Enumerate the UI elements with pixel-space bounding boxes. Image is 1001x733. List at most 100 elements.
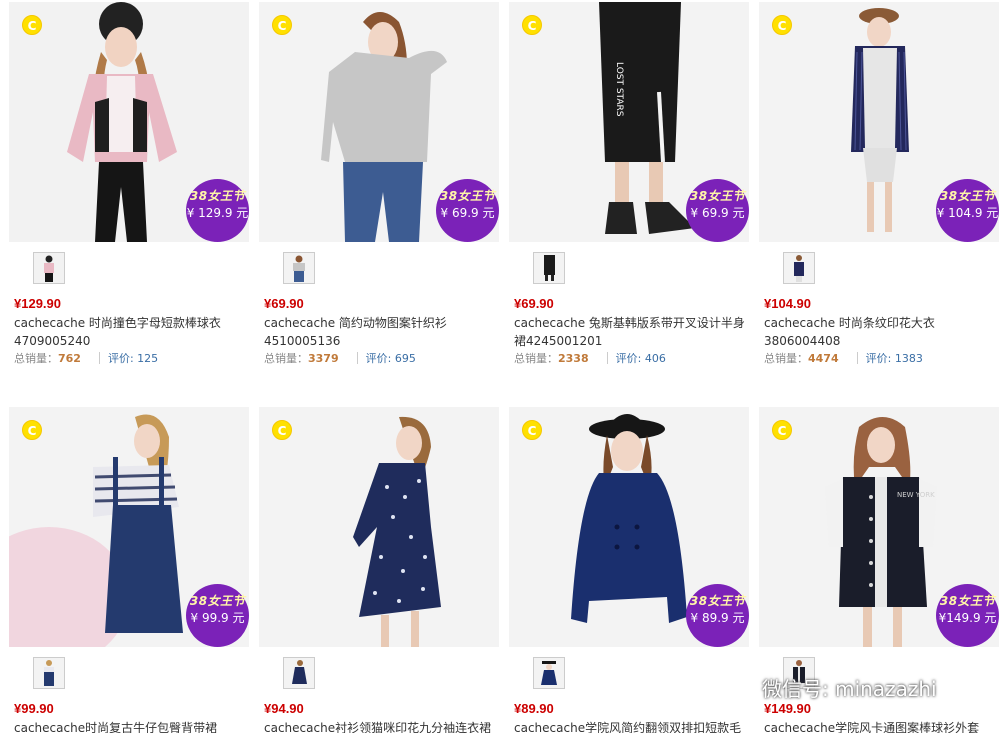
wechat-watermark: 微信号: minazazhi	[716, 674, 937, 704]
product-photo[interactable]: C 38女王节 ¥ 129.9 元	[9, 2, 249, 242]
wechat-icon	[716, 676, 755, 702]
product-price: ¥99.90	[14, 701, 54, 716]
divider	[356, 352, 358, 364]
c-badge-icon: C	[772, 15, 792, 35]
c-badge-icon: C	[522, 15, 542, 35]
reviews-count: 125	[137, 352, 159, 365]
promo-price-badge: 38女王节 ¥ 69.9 元	[436, 179, 499, 242]
promo-label: 38女王节	[939, 189, 996, 203]
promo-label: 38女王节	[189, 594, 246, 608]
reviews-label: 评价:	[615, 352, 645, 365]
svg-text:LOST STARS: LOST STARS	[614, 62, 624, 117]
divider	[856, 352, 858, 364]
product-grid: C 38女王节 ¥ 129.9 元 ¥129.90 cachecache 时尚撞…	[0, 0, 1001, 733]
promo-price-badge: 38女王节 ¥ 129.9 元	[186, 179, 249, 242]
badge-price: ¥ 69.9 元	[440, 206, 495, 220]
product-stats: 总销量：2338 评价: 406	[514, 351, 666, 367]
product-photo[interactable]: C 38女王节 ¥ 89.9 元	[509, 407, 749, 647]
c-badge-icon: C	[772, 420, 792, 440]
reviews-count: 406	[644, 352, 666, 365]
sold-count: 3379	[308, 352, 339, 365]
sold-count: 2338	[558, 352, 589, 365]
product-stats: 总销量：4474 评价: 1383	[764, 351, 923, 367]
sold-label: 总销量：	[264, 352, 308, 365]
badge-price: ¥ 104.9 元	[936, 206, 999, 220]
reviews-link[interactable]: 评价: 125	[108, 352, 158, 365]
model-image	[259, 407, 499, 647]
product-card[interactable]: C 38女王节 ¥ 99.9 元 ¥99.90 cachecache时尚复古牛仔…	[9, 407, 249, 733]
product-card[interactable]: C 38女王节 ¥ 69.9 元 ¥69.90 cachecache 简约动物图…	[259, 2, 499, 372]
promo-label: 38女王节	[189, 189, 246, 203]
product-price: ¥94.90	[264, 701, 304, 716]
reviews-label: 评价:	[365, 352, 395, 365]
color-swatch-thumbnail[interactable]	[33, 657, 65, 689]
product-title-link[interactable]: cachecache 简约动物图案针织衫4510005136	[264, 314, 496, 350]
c-badge-icon: C	[22, 15, 42, 35]
sold-count: 4474	[808, 352, 839, 365]
product-title-link[interactable]: cachecache 时尚条纹印花大衣3806004408	[764, 314, 996, 350]
svg-text:NEW YORK: NEW YORK	[897, 491, 935, 499]
promo-label: 38女王节	[689, 189, 746, 203]
promo-price-badge: 38女王节 ¥ 89.9 元	[686, 584, 749, 647]
product-photo[interactable]: NEW YORK C 38女王节 ¥149.9 元	[759, 407, 999, 647]
reviews-count: 1383	[894, 352, 923, 365]
badge-price: ¥ 129.9 元	[186, 206, 249, 220]
sold-count: 762	[58, 352, 81, 365]
badge-price: ¥149.9 元	[938, 611, 997, 625]
reviews-link[interactable]: 评价: 1383	[866, 352, 923, 365]
badge-price: ¥ 99.9 元	[190, 611, 245, 625]
reviews-link[interactable]: 评价: 695	[366, 352, 416, 365]
badge-price: ¥ 89.9 元	[690, 611, 745, 625]
product-card[interactable]: C 38女王节 ¥ 104.9 元 ¥104.90 cachecache 时尚条…	[759, 2, 999, 372]
c-badge-icon: C	[522, 420, 542, 440]
product-title-link[interactable]: cachecache衬衫领猫咪印花九分袖连衣裙	[264, 719, 496, 733]
sold-label: 总销量：	[14, 352, 58, 365]
c-badge-icon: C	[272, 420, 292, 440]
product-photo[interactable]: C	[259, 407, 499, 647]
reviews-link[interactable]: 评价: 406	[616, 352, 666, 365]
promo-price-badge: 38女王节 ¥149.9 元	[936, 584, 999, 647]
promo-label: 38女王节	[689, 594, 746, 608]
product-photo[interactable]: C 38女王节 ¥ 99.9 元	[9, 407, 249, 647]
c-badge-icon: C	[22, 420, 42, 440]
color-swatch-thumbnail[interactable]	[33, 252, 65, 284]
sold-label: 总销量：	[514, 352, 558, 365]
product-photo[interactable]: C 38女王节 ¥ 69.9 元	[259, 2, 499, 242]
product-price: ¥89.90	[514, 701, 554, 716]
product-title-link[interactable]: cachecache时尚复古牛仔包臀背带裙	[14, 719, 246, 733]
product-stats: 总销量：762 评价: 125	[14, 351, 158, 367]
sold-label: 总销量：	[764, 352, 808, 365]
product-title-link[interactable]: cachecache学院风简约翻领双排扣短款毛	[514, 719, 746, 733]
c-badge-icon: C	[272, 15, 292, 35]
promo-label: 38女王节	[939, 594, 996, 608]
product-photo[interactable]: C 38女王节 ¥ 104.9 元	[759, 2, 999, 242]
reviews-count: 695	[394, 352, 416, 365]
product-card[interactable]: C 38女王节 ¥ 89.9 元 ¥89.90 cachecache学院风简约翻…	[509, 407, 749, 733]
promo-label: 38女王节	[439, 189, 496, 203]
color-swatch-thumbnail[interactable]	[283, 252, 315, 284]
product-card[interactable]: C ¥94.90 cachecache衬衫领猫咪印花九分袖连衣裙	[259, 407, 499, 733]
color-swatch-thumbnail[interactable]	[533, 657, 565, 689]
promo-price-badge: 38女王节 ¥ 99.9 元	[186, 584, 249, 647]
divider	[98, 352, 100, 364]
product-title-link[interactable]: cachecache 时尚撞色字母短款棒球衣4709005240	[14, 314, 246, 350]
divider	[606, 352, 608, 364]
reviews-label: 评价:	[107, 352, 138, 365]
product-price: ¥69.90	[514, 296, 554, 311]
color-swatch-thumbnail[interactable]	[533, 252, 565, 284]
product-card[interactable]: LOST STARS C 38女王节 ¥ 69.9 元 ¥69.90 cache…	[509, 2, 749, 372]
product-price: ¥129.90	[14, 296, 61, 311]
product-title-link[interactable]: cachecache学院风卡通图案棒球衫外套	[764, 719, 996, 733]
product-price: ¥69.90	[264, 296, 304, 311]
color-swatch-thumbnail[interactable]	[283, 657, 315, 689]
color-swatch-thumbnail[interactable]	[783, 252, 815, 284]
product-stats: 总销量：3379 评价: 695	[264, 351, 416, 367]
product-price: ¥104.90	[764, 296, 811, 311]
promo-price-badge: 38女王节 ¥ 69.9 元	[686, 179, 749, 242]
promo-price-badge: 38女王节 ¥ 104.9 元	[936, 179, 999, 242]
product-title-link[interactable]: cachecache 兔斯基韩版系带开叉设计半身裙4245001201	[514, 314, 746, 350]
reviews-label: 评价:	[865, 352, 895, 365]
product-card[interactable]: C 38女王节 ¥ 129.9 元 ¥129.90 cachecache 时尚撞…	[9, 2, 249, 372]
product-photo[interactable]: LOST STARS C 38女王节 ¥ 69.9 元	[509, 2, 749, 242]
watermark-text: 微信号: minazazhi	[762, 677, 937, 701]
